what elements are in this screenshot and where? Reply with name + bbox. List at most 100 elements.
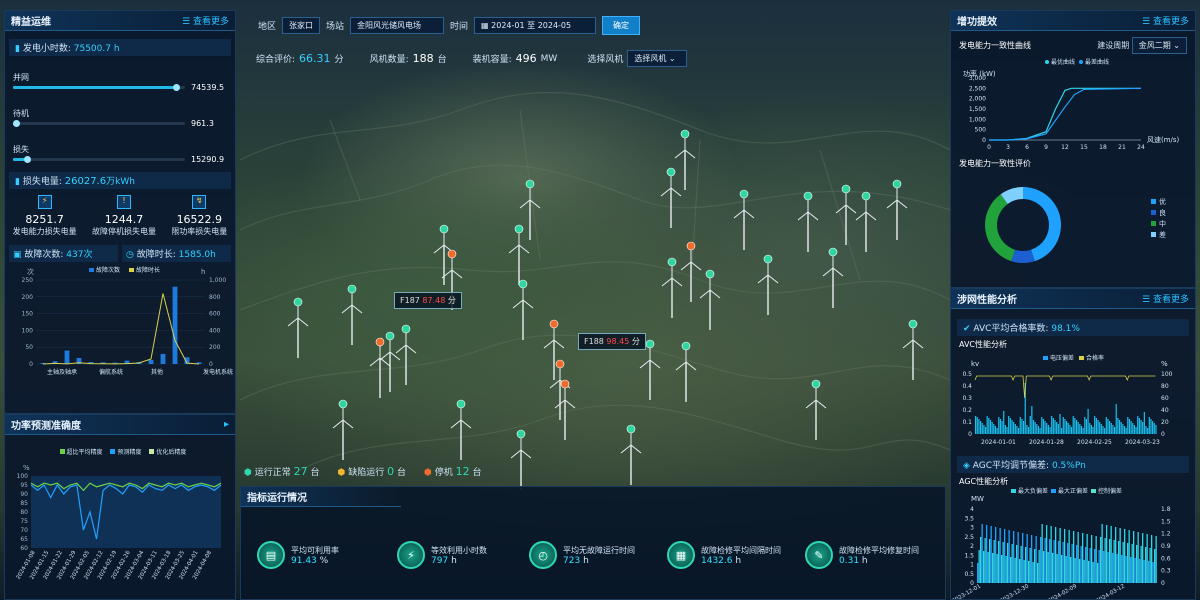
- period-select[interactable]: 金风二期 ⌄: [1131, 37, 1187, 54]
- y-axis-label: 次: [27, 267, 34, 276]
- agc-bar: [1014, 558, 1016, 583]
- agc-bar: [1067, 543, 1069, 583]
- clock-icon: ◷: [126, 250, 137, 260]
- agc-bar: [1104, 538, 1106, 583]
- warning-icon: !: [116, 195, 131, 209]
- avc-bar: [1138, 418, 1140, 434]
- curve-header: 发电能力一致性曲线 建设周期 金风二期 ⌄: [951, 31, 1195, 54]
- agc-bar: [1083, 560, 1085, 583]
- agc-bar: [1139, 559, 1141, 583]
- avc-bar: [1153, 423, 1155, 434]
- filter-bar: 地区 张家口 场站 金阳风光储风电场 时间 ▦ 2024-01 至 2024-0…: [258, 16, 641, 35]
- count-label: 风机数量:: [369, 55, 409, 65]
- agc-bar: [1136, 545, 1138, 583]
- efficiency-more-link[interactable]: ☰ 查看更多: [1142, 14, 1189, 27]
- agc-bar: [1085, 547, 1087, 583]
- agc-bar: [1079, 559, 1081, 583]
- y-axis-label: %: [23, 464, 30, 472]
- turbine-marker: [401, 324, 411, 334]
- date-range-input[interactable]: ▦ 2024-01 至 2024-05: [474, 17, 597, 34]
- agc-bar: [1076, 545, 1078, 583]
- avc-bar: [1064, 419, 1066, 434]
- tick-label: 0: [987, 144, 991, 151]
- time-label: 时间: [450, 22, 469, 32]
- status-normal[interactable]: ⬢ 运行正常 27 台: [244, 465, 320, 478]
- kpi-utilization: ⚡ 等效利用小时数 797 h: [397, 541, 487, 569]
- fault-count-bar: [160, 353, 166, 364]
- confirm-button[interactable]: 确定: [602, 16, 641, 35]
- turbine-select[interactable]: 选择风机 ⌄: [627, 50, 688, 67]
- agc-bar: [1052, 553, 1054, 583]
- avc-bar: [1115, 404, 1117, 434]
- agc-bar: [1077, 532, 1079, 583]
- agc-bar: [1109, 539, 1111, 583]
- agc-bar: [992, 553, 994, 583]
- check-icon: ✔: [963, 324, 974, 334]
- tick-label: 1.5: [1161, 518, 1171, 525]
- agc-bar: [1035, 536, 1037, 583]
- hour-bar-knob: [173, 84, 181, 91]
- tick-label: 0: [982, 137, 986, 144]
- agc-bar: [1112, 553, 1114, 583]
- legend-label: 优: [1159, 197, 1166, 206]
- avc-bar: [1046, 423, 1048, 434]
- region-select[interactable]: 张家口: [282, 17, 321, 34]
- avc-bar: [1089, 423, 1091, 434]
- building-icon: ▦: [667, 541, 695, 569]
- legend-label: 电压偏差: [1050, 354, 1074, 362]
- agc-bar: [1091, 535, 1093, 583]
- avc-bar: [1102, 426, 1104, 434]
- ops-more-link[interactable]: ☰ 查看更多: [182, 14, 229, 27]
- agc-bar: [1001, 555, 1003, 583]
- grid-more-link[interactable]: ☰ 查看更多: [1142, 292, 1189, 305]
- tick-label: 3,000: [969, 75, 986, 82]
- agc-bar: [977, 563, 979, 583]
- avc-bar: [1132, 423, 1134, 434]
- tick-label: 1.8: [1161, 506, 1171, 513]
- station-select[interactable]: 金阳风光储风电场: [350, 17, 445, 34]
- map-turbine-label[interactable]: F187 87.48 分: [394, 292, 462, 309]
- turbine-marker: [803, 191, 813, 201]
- fault-count-bar: [64, 350, 70, 364]
- avc-bar: [1037, 426, 1040, 434]
- agc-bar: [1094, 549, 1096, 583]
- lightning-icon: ⚡: [397, 541, 425, 569]
- status-stopped[interactable]: ⬢ 停机 12 台: [424, 465, 482, 478]
- turbine-marker: [892, 179, 902, 189]
- tick-label: 1,500: [969, 106, 986, 113]
- avc-bar: [1054, 420, 1056, 434]
- legend-swatch: [1045, 60, 1049, 64]
- status-defect[interactable]: ⬢ 缺陷运行 0 台: [338, 465, 407, 478]
- agc-bar: [1041, 524, 1043, 583]
- agc-bar: [1053, 540, 1055, 583]
- tick-label: 0.5: [964, 571, 974, 578]
- shield-icon: ⬢: [244, 468, 252, 478]
- score-label: 综合评价:: [256, 55, 296, 65]
- tick-label: 3: [970, 525, 974, 532]
- avc-bar: [1090, 425, 1093, 434]
- legend-label: 故障时长: [136, 266, 160, 274]
- legend-swatch: [129, 268, 134, 272]
- turbine-marker: [680, 129, 690, 139]
- forecast-panel: 功率预测准确度 ▸ 超比平均精度 预测精度 优化后精度 % 100 95 90 85 80 7…: [4, 414, 236, 600]
- agc-bar: [1071, 544, 1073, 583]
- tick-label: 15: [1080, 144, 1088, 151]
- score-unit: 分: [334, 55, 344, 65]
- avc-bar: [1018, 428, 1020, 434]
- turbine-marker: [739, 189, 749, 199]
- agc-bar: [1025, 547, 1027, 583]
- power-curve-line: [989, 87, 1142, 141]
- turbine-marker: [347, 284, 357, 294]
- y-axis-label: h: [201, 268, 205, 276]
- avc-bar: [1042, 419, 1045, 434]
- station-label: 场站: [326, 22, 345, 32]
- map-turbine-label[interactable]: F188 98.45 分: [578, 333, 646, 350]
- legend-swatch: [89, 268, 94, 272]
- agc-bar: [1056, 554, 1058, 583]
- agc-bar: [1148, 561, 1150, 583]
- tick-label: 0.3: [1161, 568, 1171, 575]
- avc-bar: [1013, 422, 1015, 434]
- summary-bar: 综合评价: 66.31 分 风机数量: 188 台 装机容量: 496 MW 选择风机 选择…: [256, 50, 688, 67]
- wrench-icon: ✎: [805, 541, 833, 569]
- agc-bar: [1010, 557, 1012, 583]
